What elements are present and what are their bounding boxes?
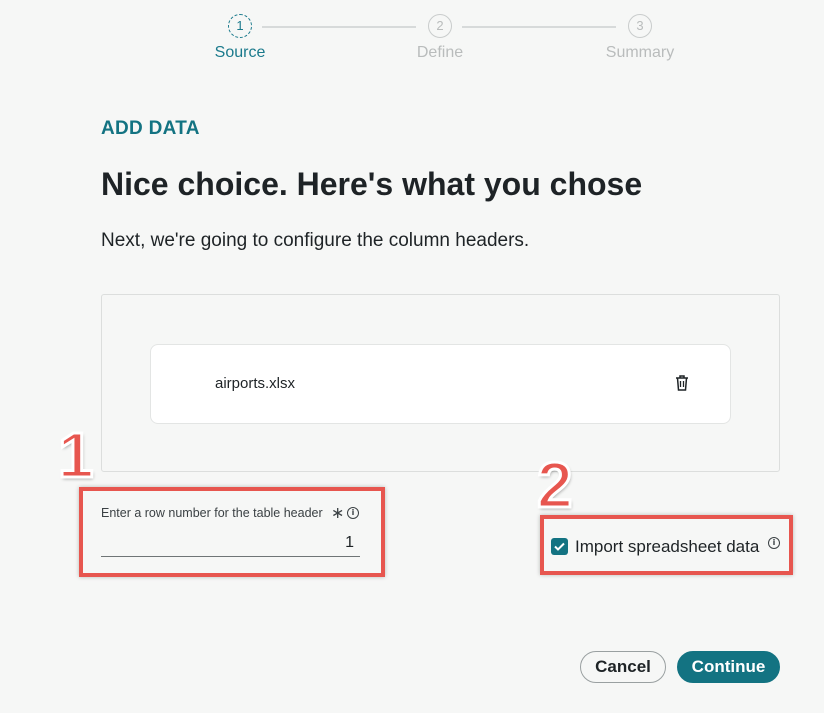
step-number: 3 <box>628 14 652 38</box>
file-card: airports.xlsx <box>150 344 731 424</box>
import-spreadsheet-checkbox[interactable] <box>551 538 568 555</box>
step-number: 1 <box>228 14 252 38</box>
continue-button[interactable]: Continue <box>677 651 780 683</box>
wizard-stepper: 1 Source 2 Define 3 Summary <box>0 14 824 74</box>
step-connector <box>262 26 416 28</box>
step-define[interactable]: 2 Define <box>395 14 485 62</box>
cancel-button[interactable]: Cancel <box>580 651 666 683</box>
callout-number-2: 2 <box>536 448 575 523</box>
info-icon[interactable]: i <box>768 537 780 549</box>
page-eyebrow: ADD DATA <box>101 118 200 139</box>
required-asterisk: ∗ <box>331 505 345 522</box>
trash-icon[interactable] <box>674 374 690 392</box>
file-name: airports.xlsx <box>215 375 296 392</box>
page-subtitle: Next, we're going to configure the colum… <box>101 230 530 251</box>
step-source[interactable]: 1 Source <box>195 14 285 62</box>
row-number-input[interactable] <box>101 530 360 557</box>
step-label: Define <box>416 44 464 61</box>
step-summary[interactable]: 3 Summary <box>595 14 685 62</box>
callout-number-1: 1 <box>57 418 96 493</box>
check-icon <box>554 542 565 551</box>
row-number-label: Enter a row number for the table header <box>101 506 323 520</box>
page-title: Nice choice. Here's what you chose <box>101 166 643 202</box>
info-icon[interactable]: i <box>347 507 359 519</box>
step-label: Summary <box>605 44 675 61</box>
step-number: 2 <box>428 14 452 38</box>
step-label: Source <box>214 44 266 61</box>
step-connector <box>462 26 616 28</box>
selected-file-panel: airports.xlsx <box>101 294 780 472</box>
import-spreadsheet-label[interactable]: Import spreadsheet data <box>575 537 759 557</box>
